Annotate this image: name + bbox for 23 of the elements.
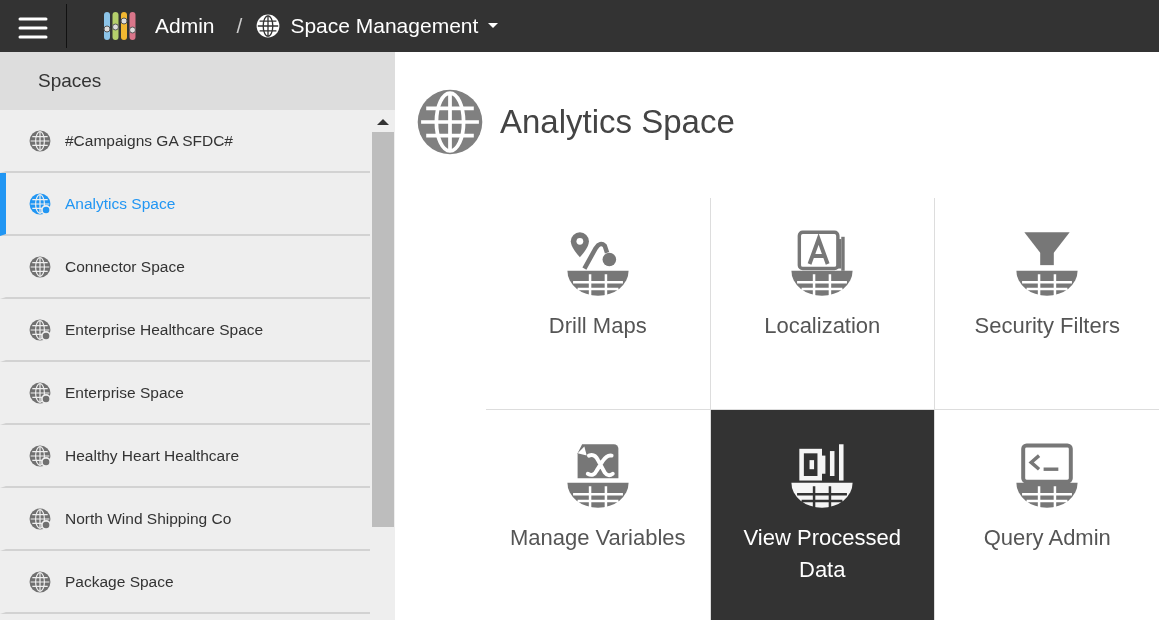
menu-button[interactable] [18,15,48,37]
app-title: Admin [155,13,215,40]
breadcrumb-separator: / [236,13,243,40]
sidebar-title: Spaces [38,68,102,93]
globe-icon [416,88,484,156]
feature-tile[interactable]: View Processed Data [710,410,935,620]
feature-tile[interactable]: Localization [710,198,935,410]
space-title: Analytics Space [500,102,735,143]
globe-icon [29,570,51,593]
scrollbar-thumb[interactable] [371,132,394,527]
globe-badge-icon [29,507,51,530]
globe-icon [29,129,51,152]
caret-icon [488,23,499,29]
section-dropdown[interactable]: Space Management [256,10,499,42]
globe-icon [256,14,281,38]
feature-tile[interactable]: Drill Maps [486,198,711,410]
globe-badge-icon [29,444,51,467]
globe-badge-icon [29,318,51,341]
globe-icon [29,255,51,278]
app-logo-icon [103,11,137,41]
globe-badge-icon [29,381,51,404]
globe-badge-icon [29,192,51,215]
scroll-up-icon[interactable] [376,118,389,126]
